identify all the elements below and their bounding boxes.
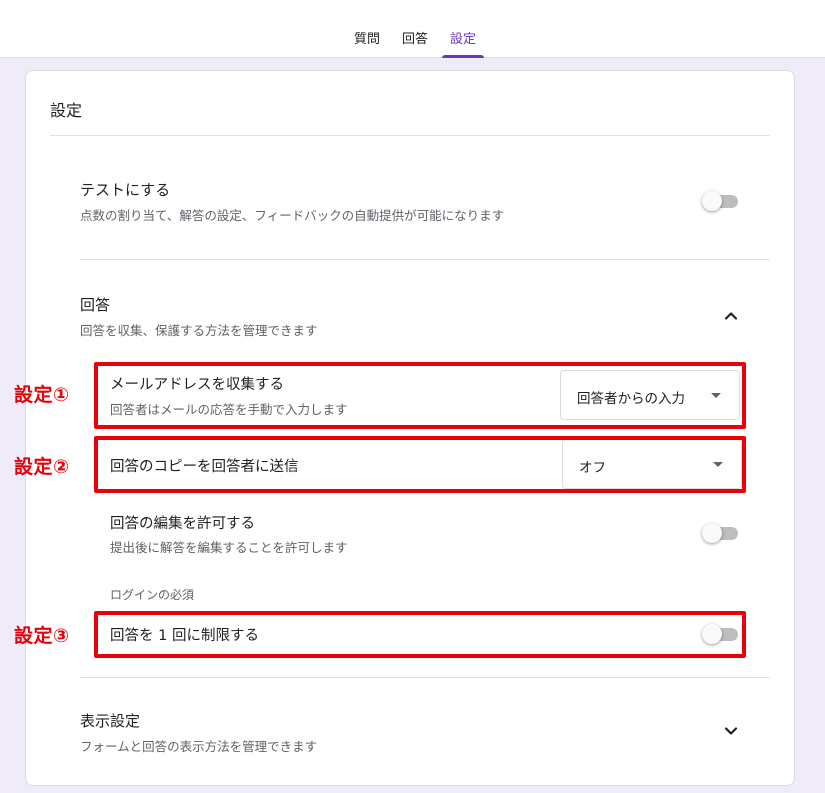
annotation-label-2: 設定② bbox=[14, 456, 70, 478]
annotation-box-3 bbox=[94, 611, 746, 658]
annotation-label-3: 設定③ bbox=[14, 625, 70, 647]
annotation-label-1: 設定① bbox=[14, 384, 70, 406]
presentation-desc: フォームと回答の表示方法を管理できます bbox=[80, 739, 318, 754]
presentation-title: 表示設定 bbox=[80, 712, 141, 730]
divider bbox=[80, 677, 770, 678]
quiz-title: テストにする bbox=[80, 181, 171, 199]
annotation-box-1 bbox=[94, 362, 746, 429]
responses-desc: 回答を収集、保護する方法を管理できます bbox=[80, 323, 318, 338]
chevron-up-icon[interactable] bbox=[719, 304, 743, 328]
tab-responses[interactable]: 回答 bbox=[391, 0, 439, 58]
toggle-thumb bbox=[702, 191, 722, 211]
allow-edit-desc: 提出後に解答を編集することを許可します bbox=[110, 540, 348, 555]
chevron-down-icon[interactable] bbox=[719, 719, 743, 743]
annotation-box-2 bbox=[94, 436, 746, 493]
settings-title: 設定 bbox=[50, 101, 83, 120]
allow-edit-title: 回答の編集を許可する bbox=[110, 516, 255, 532]
top-bar: 質問 回答 設定 bbox=[0, 0, 825, 58]
tab-settings[interactable]: 設定 bbox=[439, 0, 487, 58]
toggle-thumb bbox=[702, 523, 722, 543]
allow-edit-toggle[interactable] bbox=[702, 522, 740, 544]
login-required-label: ログインの必須 bbox=[110, 588, 195, 602]
quiz-toggle[interactable] bbox=[702, 190, 740, 212]
tab-bar: 質問 回答 設定 bbox=[343, 0, 487, 58]
responses-title: 回答 bbox=[80, 296, 111, 314]
divider bbox=[80, 259, 770, 260]
tab-questions[interactable]: 質問 bbox=[343, 0, 391, 58]
quiz-desc: 点数の割り当て、解答の設定、フィードバックの自動提供が可能になります bbox=[80, 208, 505, 223]
divider bbox=[50, 135, 770, 136]
